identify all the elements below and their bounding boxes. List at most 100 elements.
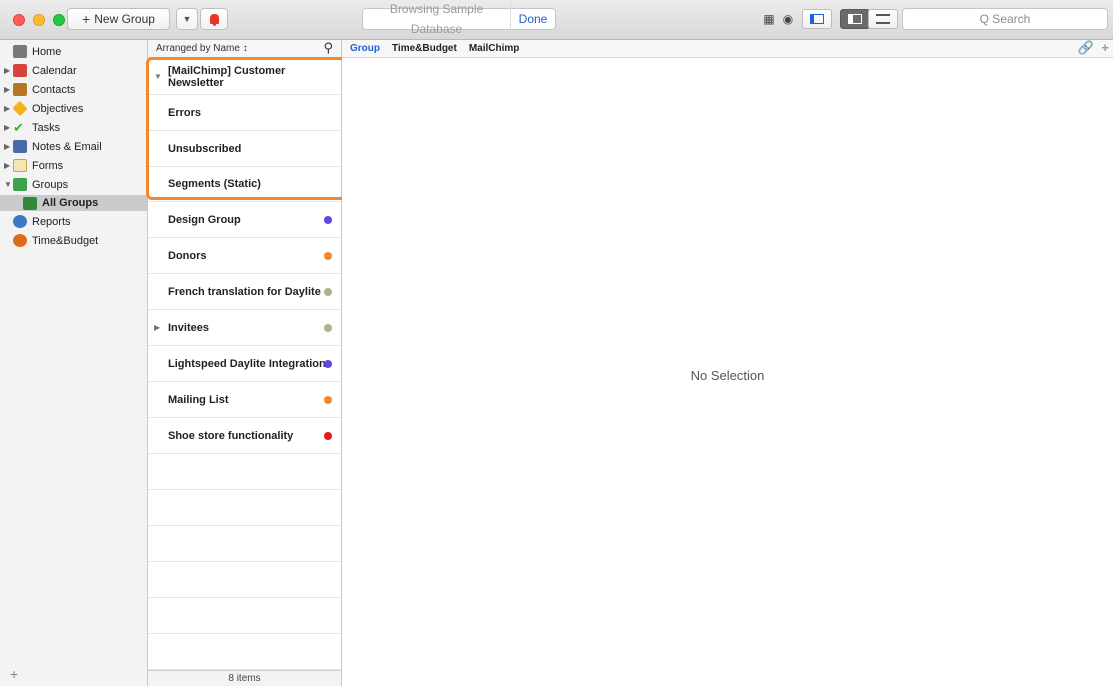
sidebar-item-home[interactable]: Home [0, 42, 147, 61]
add-icon[interactable]: + [1101, 40, 1109, 55]
tab-group[interactable]: Group [350, 43, 380, 54]
sidebar-item-label: Calendar [32, 64, 77, 77]
color-dot [324, 287, 332, 296]
sidebar-item-label: Tasks [32, 121, 61, 134]
list-item[interactable]: Unsubscribed [148, 131, 341, 167]
sidebar-item-time-budget[interactable]: Time&Budget [0, 231, 147, 250]
notifications-button[interactable] [200, 8, 228, 30]
sidebar: Home ▶ Calendar ▶ Contacts ▶ Objectives … [0, 40, 148, 686]
new-group-button[interactable]: + New Group [67, 8, 170, 30]
activity-icon[interactable]: ◉ [781, 12, 795, 26]
sidebar-item-tasks[interactable]: ▶ ✔ Tasks [0, 118, 147, 137]
detail-tabs: Group Time&Budget MailChimp 🔗 + [342, 40, 1113, 58]
sidebar-item-label: Time&Budget [32, 234, 99, 247]
zoom-window-button[interactable] [53, 14, 65, 26]
empty-row [148, 526, 341, 562]
groups-list: Arranged by Name ↕ ⚲ ▼ [MailChimp] Custo… [148, 40, 342, 686]
list-item[interactable]: Shoe store functionality [148, 418, 341, 454]
sidebar-item-label: Reports [32, 215, 71, 228]
search-icon[interactable]: ⚲ [323, 40, 333, 56]
sidebar-item-objectives[interactable]: ▶ Objectives [0, 99, 147, 118]
list-item[interactable]: Mailing List [148, 382, 341, 418]
empty-row [148, 562, 341, 598]
split-view-button[interactable] [840, 9, 870, 29]
list-item[interactable]: ▼ [MailChimp] Customer Newsletter [148, 59, 341, 95]
color-dot [324, 323, 332, 332]
sidebar-item-label: Forms [32, 159, 64, 172]
disclosure-triangle-open-icon[interactable]: ▼ [4, 180, 13, 189]
sidebar-item-label: Contacts [32, 83, 76, 96]
sidebar-item-label: Notes & Email [32, 140, 102, 153]
color-dot [324, 251, 332, 260]
list-item[interactable]: French translation for Daylite [148, 274, 341, 310]
search-input[interactable]: Q Search [902, 8, 1108, 30]
split-layout-icon [848, 14, 862, 24]
sidebar-item-label: All Groups [42, 197, 99, 209]
calendar-icon [13, 64, 27, 77]
home-icon [13, 45, 27, 58]
list-item[interactable]: Design Group [148, 202, 341, 238]
sidebar-item-calendar[interactable]: ▶ Calendar [0, 61, 147, 80]
sidebar-item-forms[interactable]: ▶ Forms [0, 156, 147, 175]
list-item[interactable]: ▶ Invitees [148, 310, 341, 346]
sidebar-item-contacts[interactable]: ▶ Contacts [0, 80, 147, 99]
empty-row [148, 490, 341, 526]
close-window-button[interactable] [13, 14, 25, 26]
sidebar-item-reports[interactable]: Reports [0, 212, 147, 231]
disclosure-triangle-icon[interactable]: ▶ [4, 66, 13, 75]
sidebar-item-label: Home [32, 45, 62, 58]
empty-row [148, 634, 341, 670]
contacts-icon [13, 83, 27, 96]
sidebar-item-notes-email[interactable]: ▶ Notes & Email [0, 137, 147, 156]
detail-pane: Group Time&Budget MailChimp 🔗 + No Selec… [342, 40, 1113, 686]
pie-chart-icon [13, 215, 27, 228]
list-item[interactable]: Segments (Static) [148, 166, 341, 202]
disclosure-triangle-icon[interactable]: ▶ [4, 104, 13, 113]
link-icon[interactable]: 🔗 [1078, 40, 1094, 55]
disclosure-triangle-icon[interactable]: ▶ [4, 85, 13, 94]
color-dot [324, 431, 332, 440]
disclosure-triangle-icon[interactable]: ▶ [4, 161, 13, 170]
browse-database-bar: Browsing Sample Database Done [362, 0, 556, 39]
sidebar-toggle-button[interactable] [802, 9, 832, 29]
plus-icon: + [82, 11, 91, 27]
chevron-down-icon: ▼ [182, 14, 192, 24]
sidebar-item-label: Groups [32, 178, 69, 191]
list-item[interactable]: Errors [148, 95, 341, 131]
calendar-view-icon[interactable]: ▦ [762, 12, 776, 26]
disclosure-triangle-icon[interactable]: ▶ [154, 323, 160, 332]
disclosure-triangle-open-icon[interactable]: ▼ [154, 72, 162, 81]
empty-row [148, 598, 341, 634]
color-dot [324, 215, 332, 224]
disclosure-triangle-icon[interactable]: ▶ [4, 123, 13, 132]
color-dot [324, 359, 332, 368]
clock-icon [13, 234, 27, 247]
bell-icon [209, 14, 219, 26]
objectives-icon [12, 100, 28, 117]
list-header: Arranged by Name ↕ ⚲ [148, 40, 341, 58]
new-group-label: New Group [94, 12, 155, 26]
list-view-button[interactable] [868, 9, 898, 29]
tab-mailchimp[interactable]: MailChimp [469, 43, 520, 54]
sidebar-layout-icon [810, 14, 824, 24]
disclosure-triangle-icon[interactable]: ▶ [4, 142, 13, 151]
all-groups-icon [23, 196, 37, 210]
done-button[interactable]: Done [511, 12, 555, 26]
tab-time-budget[interactable]: Time&Budget [392, 43, 457, 54]
notes-icon [13, 140, 27, 153]
browse-database-text: Browsing Sample Database [363, 0, 511, 39]
list-item[interactable]: Lightspeed Daylite Integration [148, 346, 341, 382]
sidebar-item-groups[interactable]: ▼ Groups [0, 175, 147, 194]
new-menu-dropdown-button[interactable]: ▼ [176, 8, 198, 30]
sidebar-item-all-groups[interactable]: All Groups [0, 195, 147, 211]
toolbar: + New Group ▼ Browsing Sample Database D… [0, 0, 1113, 40]
groups-icon [13, 178, 27, 191]
add-sidebar-item-button[interactable]: + [10, 666, 18, 682]
list-layout-icon [876, 14, 890, 24]
item-count: 8 items [148, 670, 341, 686]
list-item[interactable]: Donors [148, 238, 341, 274]
sort-menu[interactable]: Arranged by Name ↕ [156, 43, 248, 54]
minimize-window-button[interactable] [33, 14, 45, 26]
no-selection-message: No Selection [690, 368, 765, 383]
empty-row [148, 454, 341, 490]
